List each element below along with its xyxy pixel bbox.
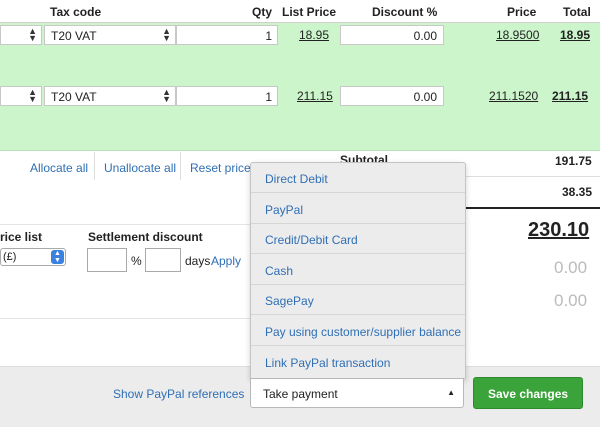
price-list-label: rice list	[0, 230, 43, 244]
table-row: ▲ ▼ T20 VAT ▲ ▼ 1 211.15 0.00 211.1520 211…	[0, 84, 600, 151]
show-paypal-references-link[interactable]: Show PayPal references	[113, 387, 244, 401]
caret-up-icon: ▲	[447, 388, 455, 397]
save-changes-label: Save changes	[488, 387, 569, 401]
menu-item-card[interactable]: Credit/Debit Card	[251, 224, 465, 254]
col-tax-code: Tax code	[50, 5, 102, 19]
subtotal-value: 191.75	[555, 154, 592, 168]
select-arrows-icon: ▲ ▼	[28, 26, 37, 43]
price-list-value: (£)	[3, 251, 17, 263]
settlement-percent-input[interactable]	[87, 248, 127, 272]
qty-value: 1	[265, 90, 272, 104]
select-arrows-icon: ▲ ▼	[28, 87, 37, 104]
menu-item-direct-debit[interactable]: Direct Debit	[251, 163, 465, 193]
list-price-link[interactable]: 18.95	[299, 28, 329, 42]
tax-code-select[interactable]: T20 VAT ▲ ▼	[44, 86, 176, 106]
col-discount: Discount %	[372, 5, 438, 19]
total-divider	[464, 207, 600, 209]
unallocate-all-link[interactable]: Unallocate all	[104, 161, 176, 175]
tax-code-value: T20 VAT	[51, 90, 97, 104]
select-arrows-icon: ▲ ▼	[162, 26, 171, 43]
price-link[interactable]: 18.9500	[496, 28, 539, 42]
col-list-price: List Price	[282, 5, 337, 19]
price-link[interactable]: 211.1520	[489, 89, 538, 103]
select-arrows-icon: ▲ ▼	[51, 250, 64, 264]
divider	[0, 318, 250, 319]
allocate-all-link[interactable]: Allocate all	[30, 161, 88, 175]
list-price-link[interactable]: 211.15	[297, 89, 333, 103]
settlement-discount-label: Settlement discount	[88, 230, 203, 244]
menu-item-link-paypal[interactable]: Link PayPal transaction	[251, 347, 465, 377]
take-payment-select[interactable]: Take payment ▲	[250, 378, 464, 408]
line-total[interactable]: 211.15	[552, 89, 588, 103]
divider	[464, 176, 600, 177]
discount-value: 0.00	[413, 90, 437, 104]
outstanding-value: 0.00	[554, 291, 588, 310]
col-qty: Qty	[252, 5, 273, 19]
discount-input[interactable]: 0.00	[340, 25, 444, 45]
menu-item-balance[interactable]: Pay using customer/supplier balance	[251, 316, 465, 346]
menu-item-sagepay[interactable]: SagePay	[251, 285, 465, 315]
line-total[interactable]: 18.95	[560, 28, 590, 42]
select-arrows-icon: ▲ ▼	[162, 87, 171, 104]
discount-input[interactable]: 0.00	[340, 86, 444, 106]
col-total: Total	[563, 5, 591, 19]
divider	[0, 224, 250, 225]
settlement-days-input[interactable]	[145, 248, 181, 272]
paid-value: 0.00	[554, 258, 588, 277]
prev-select[interactable]: ▲ ▼	[0, 86, 42, 106]
vat-value: 38.35	[562, 185, 593, 199]
discount-value: 0.00	[413, 29, 437, 43]
tax-code-select[interactable]: T20 VAT ▲ ▼	[44, 25, 176, 45]
qty-value: 1	[265, 29, 272, 43]
prev-select[interactable]: ▲ ▼	[0, 25, 42, 45]
price-list-select[interactable]: (£) ▲ ▼	[0, 248, 66, 266]
qty-input[interactable]: 1	[176, 25, 278, 45]
tax-code-value: T20 VAT	[51, 29, 97, 43]
reset-prices-link[interactable]: Reset prices	[190, 161, 257, 175]
table-header: Tax code Qty List Price Discount % Price…	[0, 0, 600, 23]
days-label: days	[185, 254, 211, 268]
payment-method-menu: Direct Debit PayPal Credit/Debit Card Ca…	[250, 162, 466, 380]
table-row: ▲ ▼ T20 VAT ▲ ▼ 1 18.95 0.00 18.9500 18.95	[0, 23, 600, 90]
grand-total: 230.10	[528, 219, 590, 241]
col-price: Price	[507, 5, 537, 19]
divider	[94, 152, 95, 180]
apply-link[interactable]: Apply	[211, 254, 241, 268]
take-payment-label: Take payment	[263, 387, 338, 401]
divider	[180, 152, 181, 180]
menu-item-cash[interactable]: Cash	[251, 255, 465, 285]
save-changes-button[interactable]: Save changes	[473, 377, 583, 409]
qty-input[interactable]: 1	[176, 86, 278, 106]
menu-item-paypal[interactable]: PayPal	[251, 194, 465, 224]
percent-symbol: %	[131, 254, 142, 268]
